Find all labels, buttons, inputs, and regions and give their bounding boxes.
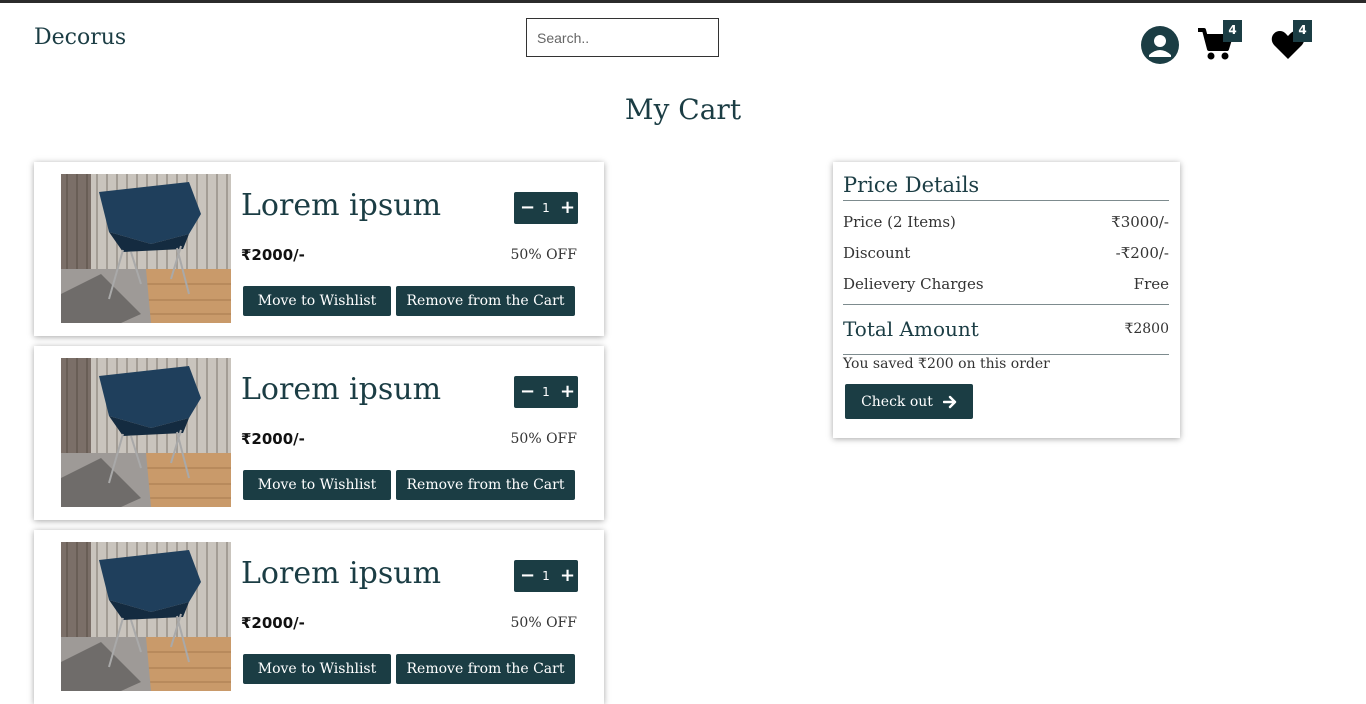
product-name[interactable]: Lorem ipsum (241, 556, 441, 591)
increment-button[interactable]: + (560, 199, 575, 217)
quantity-stepper: − 1 + (514, 192, 578, 224)
move-to-wishlist-button[interactable]: Move to Wishlist (243, 470, 391, 500)
product-name[interactable]: Lorem ipsum (241, 188, 441, 223)
discount-value: -₹200/- (1115, 244, 1169, 262)
product-image (61, 174, 231, 323)
savings-text: You saved ₹200 on this order (843, 356, 1050, 372)
cart-item-card: Lorem ipsum − 1 + ₹2000/- 50% OFF Move t… (34, 162, 604, 336)
product-price: ₹2000/- (241, 430, 305, 448)
product-image (61, 542, 231, 691)
remove-from-cart-button[interactable]: Remove from the Cart (396, 654, 575, 684)
user-icon[interactable] (1141, 26, 1179, 64)
increment-button[interactable]: + (560, 567, 575, 585)
product-price: ₹2000/- (241, 614, 305, 632)
total-amount-value: ₹2800 (1124, 321, 1169, 337)
divider (843, 200, 1169, 201)
price-row: Price (2 Items) ₹3000/- (843, 213, 1169, 231)
quantity-stepper: − 1 + (514, 376, 578, 408)
arrow-right-icon (942, 395, 957, 408)
cart-item-card: Lorem ipsum − 1 + ₹2000/- 50% OFF Move t… (34, 530, 604, 704)
checkout-label: Check out (861, 393, 933, 410)
product-name[interactable]: Lorem ipsum (241, 372, 441, 407)
decrement-button[interactable]: − (520, 567, 535, 585)
decrement-button[interactable]: − (520, 199, 535, 217)
discount-label: 50% OFF (510, 431, 577, 447)
total-amount-label: Total Amount (843, 317, 979, 341)
price-details-panel: Price Details Price (2 Items) ₹3000/- Di… (833, 162, 1180, 438)
discount-label: Discount (843, 244, 911, 262)
decrement-button[interactable]: − (520, 383, 535, 401)
product-image (61, 358, 231, 507)
wishlist-count-badge: 4 (1293, 20, 1312, 42)
brand-logo[interactable]: Decorus (34, 25, 126, 50)
search-input[interactable] (526, 18, 719, 57)
increment-button[interactable]: + (560, 383, 575, 401)
move-to-wishlist-button[interactable]: Move to Wishlist (243, 286, 391, 316)
delivery-row: Delievery Charges Free (843, 275, 1169, 293)
cart-count-badge: 4 (1223, 20, 1242, 42)
delivery-value: Free (1133, 275, 1169, 293)
move-to-wishlist-button[interactable]: Move to Wishlist (243, 654, 391, 684)
quantity-value: 1 (542, 201, 550, 215)
page-title: My Cart (624, 93, 742, 126)
checkout-button[interactable]: Check out (845, 384, 973, 419)
divider (843, 304, 1169, 305)
discount-row: Discount -₹200/- (843, 244, 1169, 262)
cart-item-card: Lorem ipsum − 1 + ₹2000/- 50% OFF Move t… (34, 346, 604, 520)
price-label: Price (2 Items) (843, 213, 956, 231)
remove-from-cart-button[interactable]: Remove from the Cart (396, 470, 575, 500)
quantity-value: 1 (542, 569, 550, 583)
divider (843, 354, 1169, 355)
discount-label: 50% OFF (510, 615, 577, 631)
price-details-title: Price Details (843, 173, 980, 197)
delivery-label: Delievery Charges (843, 275, 984, 293)
product-price: ₹2000/- (241, 246, 305, 264)
price-value: ₹3000/- (1111, 213, 1169, 231)
remove-from-cart-button[interactable]: Remove from the Cart (396, 286, 575, 316)
discount-label: 50% OFF (510, 247, 577, 263)
quantity-stepper: − 1 + (514, 560, 578, 592)
quantity-value: 1 (542, 385, 550, 399)
